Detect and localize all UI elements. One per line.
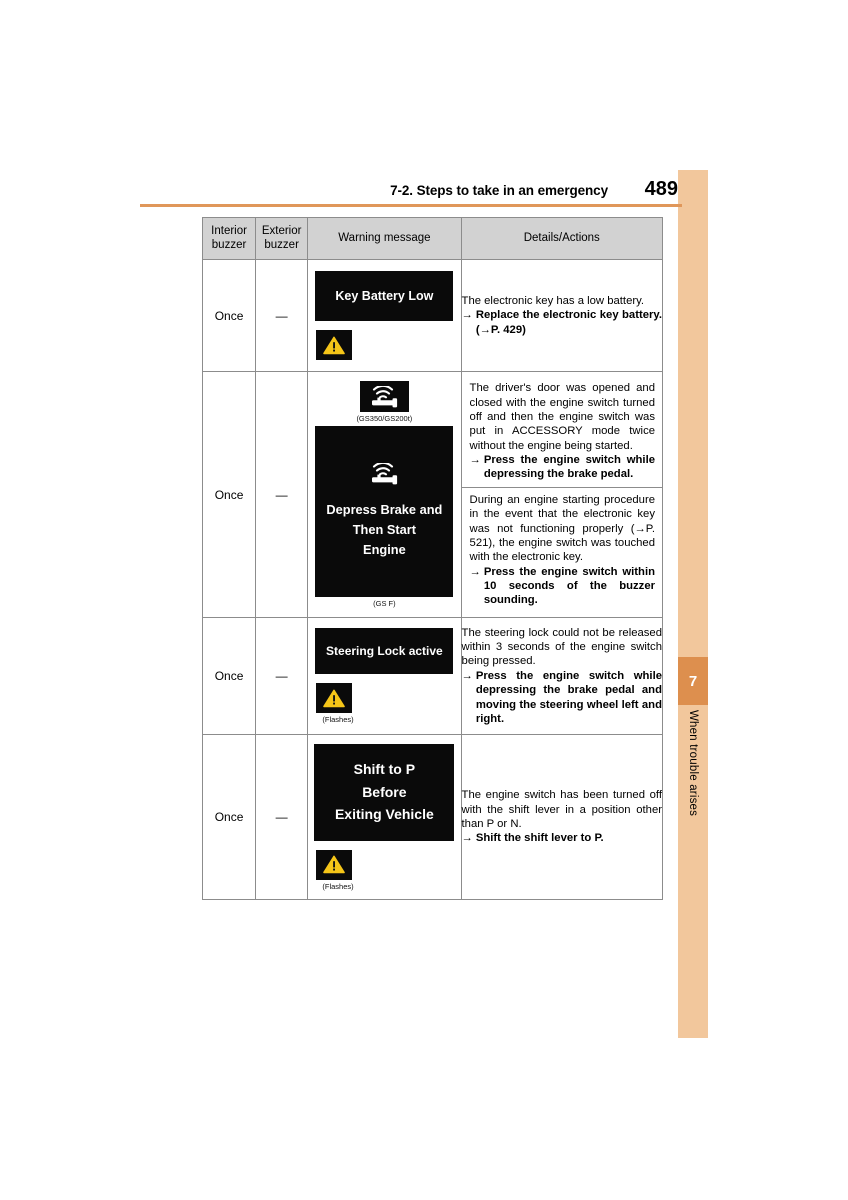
- detail-action-text: Replace the electronic key battery. (→P.…: [475, 309, 662, 336]
- page-number: 489: [644, 178, 678, 200]
- display-line: Depress Brake and: [326, 502, 443, 518]
- detail-action: → Press the engine switch within 10 seco…: [470, 565, 655, 608]
- cell-interior-buzzer: Once: [201, 617, 257, 735]
- detail-action: → Replace the electronic key battery. (→…: [462, 308, 662, 337]
- cell-interior-buzzer: Once: [201, 371, 257, 618]
- detail-action-text: Press the engine switch within 10 second…: [483, 565, 655, 607]
- arrow-icon: →: [461, 309, 473, 322]
- icon-caption: (GS F): [373, 599, 396, 608]
- warning-indicator: [316, 330, 353, 360]
- detail-action: → Press the engine switch while depressi…: [470, 453, 655, 482]
- detail-action-text: Press the engine switch while depressing…: [475, 669, 662, 725]
- cell-exterior-buzzer: —: [255, 617, 309, 735]
- chapter-tab-band: [678, 170, 708, 1038]
- display-line: Exiting Vehicle: [334, 806, 434, 823]
- chapter-number-marker: 7: [678, 657, 708, 705]
- arrow-icon: →: [461, 669, 473, 682]
- col-header-details-actions: Details/Actions: [460, 217, 664, 260]
- detail-text: The electronic key has a low battery.: [461, 294, 645, 307]
- page-header: 7-2. Steps to take in an emergency 489: [140, 178, 678, 202]
- header-rule: [140, 204, 682, 207]
- warning-icon-caption: (Flashes): [322, 715, 354, 724]
- chapter-label-text: When trouble arises: [687, 710, 699, 817]
- warning-indicator: (Flashes): [316, 849, 354, 891]
- arrow-icon: →: [461, 832, 473, 845]
- display-line: Steering Lock active: [326, 644, 443, 658]
- detail-action: → Shift the shift lever to P.: [462, 831, 662, 845]
- arrow-icon: →: [469, 565, 481, 578]
- arrow-icon: →: [469, 454, 481, 467]
- display-line: Key Battery Low: [335, 289, 434, 303]
- display-panel: Shift to P Before Exiting Vehicle: [314, 743, 455, 841]
- key-signal-icon: [366, 462, 402, 491]
- header-section-title: 7-2. Steps to take in an emergency: [390, 183, 608, 198]
- cell-warning-message: (GS350/GS200t) Depress Brake and Then St…: [307, 371, 462, 618]
- cell-interior-buzzer: Once: [201, 734, 257, 900]
- warning-triangle-icon: [316, 330, 353, 360]
- display-line: Then Start: [352, 522, 417, 537]
- cell-warning-message: Steering Lock active (Flashes): [307, 617, 462, 735]
- col-header-exterior-buzzer: Exterior buzzer: [255, 217, 309, 260]
- warning-message-table: Interior buzzer Exterior buzzer Warning …: [201, 217, 664, 900]
- cell-exterior-buzzer: —: [255, 259, 309, 372]
- cell-interior-buzzer: Once: [201, 259, 257, 372]
- warning-indicator: (Flashes): [316, 683, 354, 724]
- display-panel: Depress Brake and Then Start Engine: [315, 426, 454, 597]
- detail-text: The engine switch has been turned off wi…: [461, 789, 662, 830]
- cell-details-actions: The steering lock could not be released …: [460, 617, 664, 735]
- cell-details-actions: The electronic key has a low battery. → …: [460, 259, 664, 372]
- detail-text: During an engine starting procedure in t…: [469, 493, 655, 564]
- table-row: Once — Steering Lock active (Flashes) Th…: [201, 617, 664, 735]
- col-header-warning-message: Warning message: [307, 217, 462, 260]
- cell-details-actions: The driver's door was opened and closed …: [460, 371, 664, 618]
- display-panel: Key Battery Low: [315, 271, 454, 321]
- cell-warning-message: Shift to P Before Exiting Vehicle (Flash…: [307, 734, 462, 900]
- detail-action: → Press the engine switch while depressi…: [462, 669, 662, 726]
- warning-triangle-icon: [316, 849, 353, 880]
- chapter-number: 7: [688, 672, 698, 690]
- icon-caption: (GS350/GS200t): [356, 414, 413, 423]
- col-header-interior-buzzer: Interior buzzer: [201, 217, 257, 260]
- detail-action-text: Shift the shift lever to P.: [475, 832, 604, 845]
- key-signal-icon: [359, 381, 409, 412]
- display-line: Engine: [363, 541, 406, 557]
- detail-text: The driver's door was opened and closed …: [469, 382, 655, 452]
- chapter-label-vertical: When trouble arises: [678, 710, 708, 890]
- display-panel: Steering Lock active: [315, 628, 454, 674]
- table-row: Once — Key Battery Low The electronic ke…: [201, 259, 664, 372]
- table-header-row: Interior buzzer Exterior buzzer Warning …: [201, 217, 664, 260]
- detail-action-text: Press the engine switch while depressing…: [483, 454, 655, 481]
- display-line: Shift to P: [353, 760, 416, 777]
- table-row: Once — Shift to P Before Exiting Vehicle: [201, 734, 664, 900]
- cell-exterior-buzzer: —: [255, 371, 309, 618]
- cell-exterior-buzzer: —: [255, 734, 309, 900]
- warning-triangle-icon: [316, 683, 353, 713]
- detail-text: The steering lock could not be released …: [461, 626, 662, 668]
- cell-warning-message: Key Battery Low: [307, 259, 462, 372]
- table-row: Once — (GS350/GS200t) Depress Brake and …: [201, 371, 664, 618]
- cell-details-actions: The engine switch has been turned off wi…: [460, 734, 664, 900]
- warning-icon-caption: (Flashes): [322, 881, 354, 891]
- display-line: Before: [362, 783, 407, 800]
